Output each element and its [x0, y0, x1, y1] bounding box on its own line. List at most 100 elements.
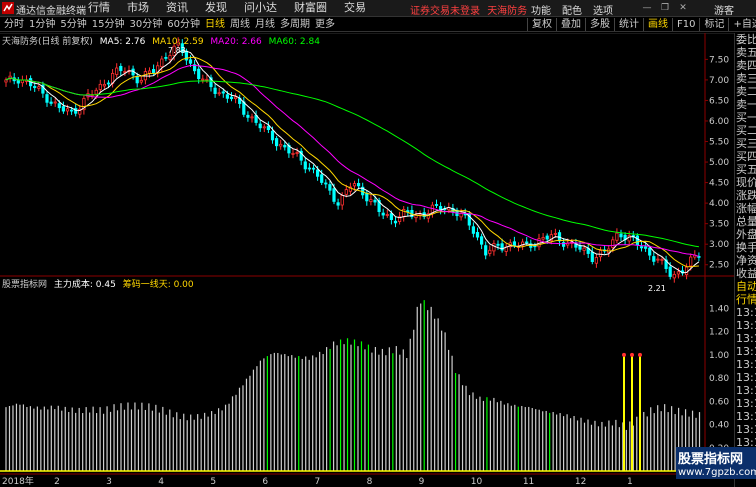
menu-item-discover[interactable]: 发现: [205, 1, 227, 15]
tool-multi-stock[interactable]: 多股: [585, 18, 614, 31]
candle-body: [344, 189, 348, 195]
menu-item-ask[interactable]: 问小达: [244, 1, 277, 15]
x-tick-label: 8: [367, 477, 373, 487]
candle-body: [279, 143, 283, 147]
menu-item-wealth[interactable]: 财富圈: [294, 1, 327, 15]
side-panel-item[interactable]: 13:1: [735, 397, 756, 410]
menu-item-options[interactable]: 选项: [593, 2, 613, 17]
candle-body: [262, 126, 266, 129]
side-panel-item: 买一: [736, 111, 756, 124]
x-tick-label: 7: [315, 477, 321, 487]
x-tick-label: 5: [210, 477, 216, 487]
candle-body: [496, 243, 500, 246]
side-panel-item[interactable]: 13:1: [735, 384, 756, 397]
menu-item-trade[interactable]: 交易: [344, 1, 366, 15]
candle-body: [106, 82, 111, 85]
tool-mark[interactable]: 标记: [699, 18, 728, 31]
tool-adjust[interactable]: 复权: [527, 18, 556, 31]
y-tick-label: 3.50: [709, 220, 729, 230]
side-panel-item[interactable]: 行情: [735, 293, 756, 306]
side-panel-item[interactable]: 13:1: [735, 371, 756, 384]
signal-dot: [622, 352, 626, 357]
close-icon[interactable]: ✕: [676, 3, 690, 14]
tab-multi-period[interactable]: 多周期: [280, 18, 310, 31]
side-panel-item: 委比: [736, 33, 756, 46]
side-panel-item: 现价: [736, 176, 756, 189]
chip-label: 筹码一线天: 0.00: [122, 280, 194, 290]
candle-body: [479, 236, 484, 245]
minimize-icon[interactable]: —: [640, 3, 654, 14]
tool-stats[interactable]: 统计: [614, 18, 643, 31]
ma60-line: [5, 77, 699, 248]
candle-body: [98, 83, 102, 90]
tool-overlay[interactable]: 叠加: [556, 18, 585, 31]
candle-body: [685, 266, 689, 276]
side-panel-item[interactable]: 13:1: [735, 423, 756, 436]
tool-draw[interactable]: 画线: [643, 18, 672, 31]
candle-body: [475, 232, 480, 238]
main-info-line: 天海防务(日线 前复权) MA5: 2.76 MA10: 2.59 MA20: …: [2, 34, 320, 47]
tab-more[interactable]: 更多: [315, 18, 335, 31]
side-panel-item: 涨幅: [736, 202, 756, 215]
ma5-label: MA5: 2.76: [99, 37, 146, 47]
candle-body: [385, 214, 389, 216]
tab-weekly[interactable]: 周线: [230, 18, 250, 31]
candle-body: [336, 202, 340, 206]
side-panel-item[interactable]: 自动: [735, 280, 756, 293]
candle-body: [668, 266, 672, 277]
candle-body: [33, 86, 37, 89]
x-tick-label: 2: [54, 477, 60, 487]
candle-body: [283, 144, 287, 148]
y-tick-label: 2.50: [709, 261, 729, 271]
indicator-bars: [0, 300, 705, 472]
menu-item-market[interactable]: 市场: [127, 1, 149, 15]
side-panel-item[interactable]: 13:1: [735, 332, 756, 345]
indicator-y-tick: 0.80: [709, 374, 729, 384]
side-panel-item[interactable]: 13:1: [735, 306, 756, 319]
indicator-y-tick: 1.00: [709, 351, 729, 361]
title-bar: 通达信金融终端 行情 市场 资讯 发现 问小达 财富圈 交易 证券交易未登录 天…: [0, 0, 756, 17]
side-panel-item: 涨跌: [736, 189, 756, 202]
tab-30min[interactable]: 30分钟: [129, 18, 162, 31]
x-tick-label: 12: [575, 477, 586, 487]
stock-label: 天海防务(日线 前复权): [2, 37, 93, 47]
tab-5min[interactable]: 5分钟: [60, 18, 86, 31]
side-panel-item[interactable]: 13:1: [735, 345, 756, 358]
tool-add-watchlist[interactable]: +自选: [728, 18, 756, 31]
x-tick-label: 2018年: [2, 475, 34, 487]
login-notice[interactable]: 证券交易未登录 天海防务: [410, 2, 527, 17]
candle-body: [459, 212, 463, 218]
x-tick-label: 11: [523, 477, 534, 487]
tab-60min[interactable]: 60分钟: [167, 18, 200, 31]
side-panel-item[interactable]: 13:1: [735, 319, 756, 332]
candle-body: [221, 91, 225, 94]
watermark-url: www.7gpzb.com: [678, 467, 756, 478]
tab-intraday[interactable]: 分时: [4, 18, 24, 31]
tool-f10[interactable]: F10: [672, 18, 699, 31]
side-panel-item[interactable]: 13:1: [735, 410, 756, 423]
kline-chart[interactable]: 7.50 7.00 6.50 6.00 5.50 5.00 4.50 4.00 3.50 3.00…: [0, 33, 734, 487]
watermark: 股票指标网 www.7gpzb.com: [676, 447, 756, 479]
candle-body: [598, 250, 603, 258]
tab-15min[interactable]: 15分钟: [92, 18, 125, 31]
restore-icon[interactable]: ❐: [658, 3, 672, 14]
tab-monthly[interactable]: 月线: [255, 18, 275, 31]
menu-item-color[interactable]: 配色: [562, 2, 582, 17]
guest-label[interactable]: 游客: [714, 2, 734, 17]
side-panel-item[interactable]: 13:1: [735, 358, 756, 371]
candle-body: [217, 92, 221, 95]
low-price-label: 2.21: [648, 284, 666, 293]
x-tick-label: 9: [419, 477, 425, 487]
right-menu: 功能 配色 选项: [531, 2, 624, 17]
candle-body: [594, 257, 599, 264]
candle-body: [512, 241, 517, 246]
menu-item-function[interactable]: 功能: [531, 2, 551, 17]
tab-daily[interactable]: 日线: [205, 18, 225, 31]
candle-body: [332, 188, 336, 202]
side-panel-item: 卖三: [736, 72, 756, 85]
watermark-title: 股票指标网: [678, 452, 744, 467]
candle-body: [102, 83, 106, 87]
tab-1min[interactable]: 1分钟: [29, 18, 55, 31]
menu-item-news[interactable]: 资讯: [166, 1, 188, 15]
menu-item-quotes[interactable]: 行情: [88, 1, 110, 15]
